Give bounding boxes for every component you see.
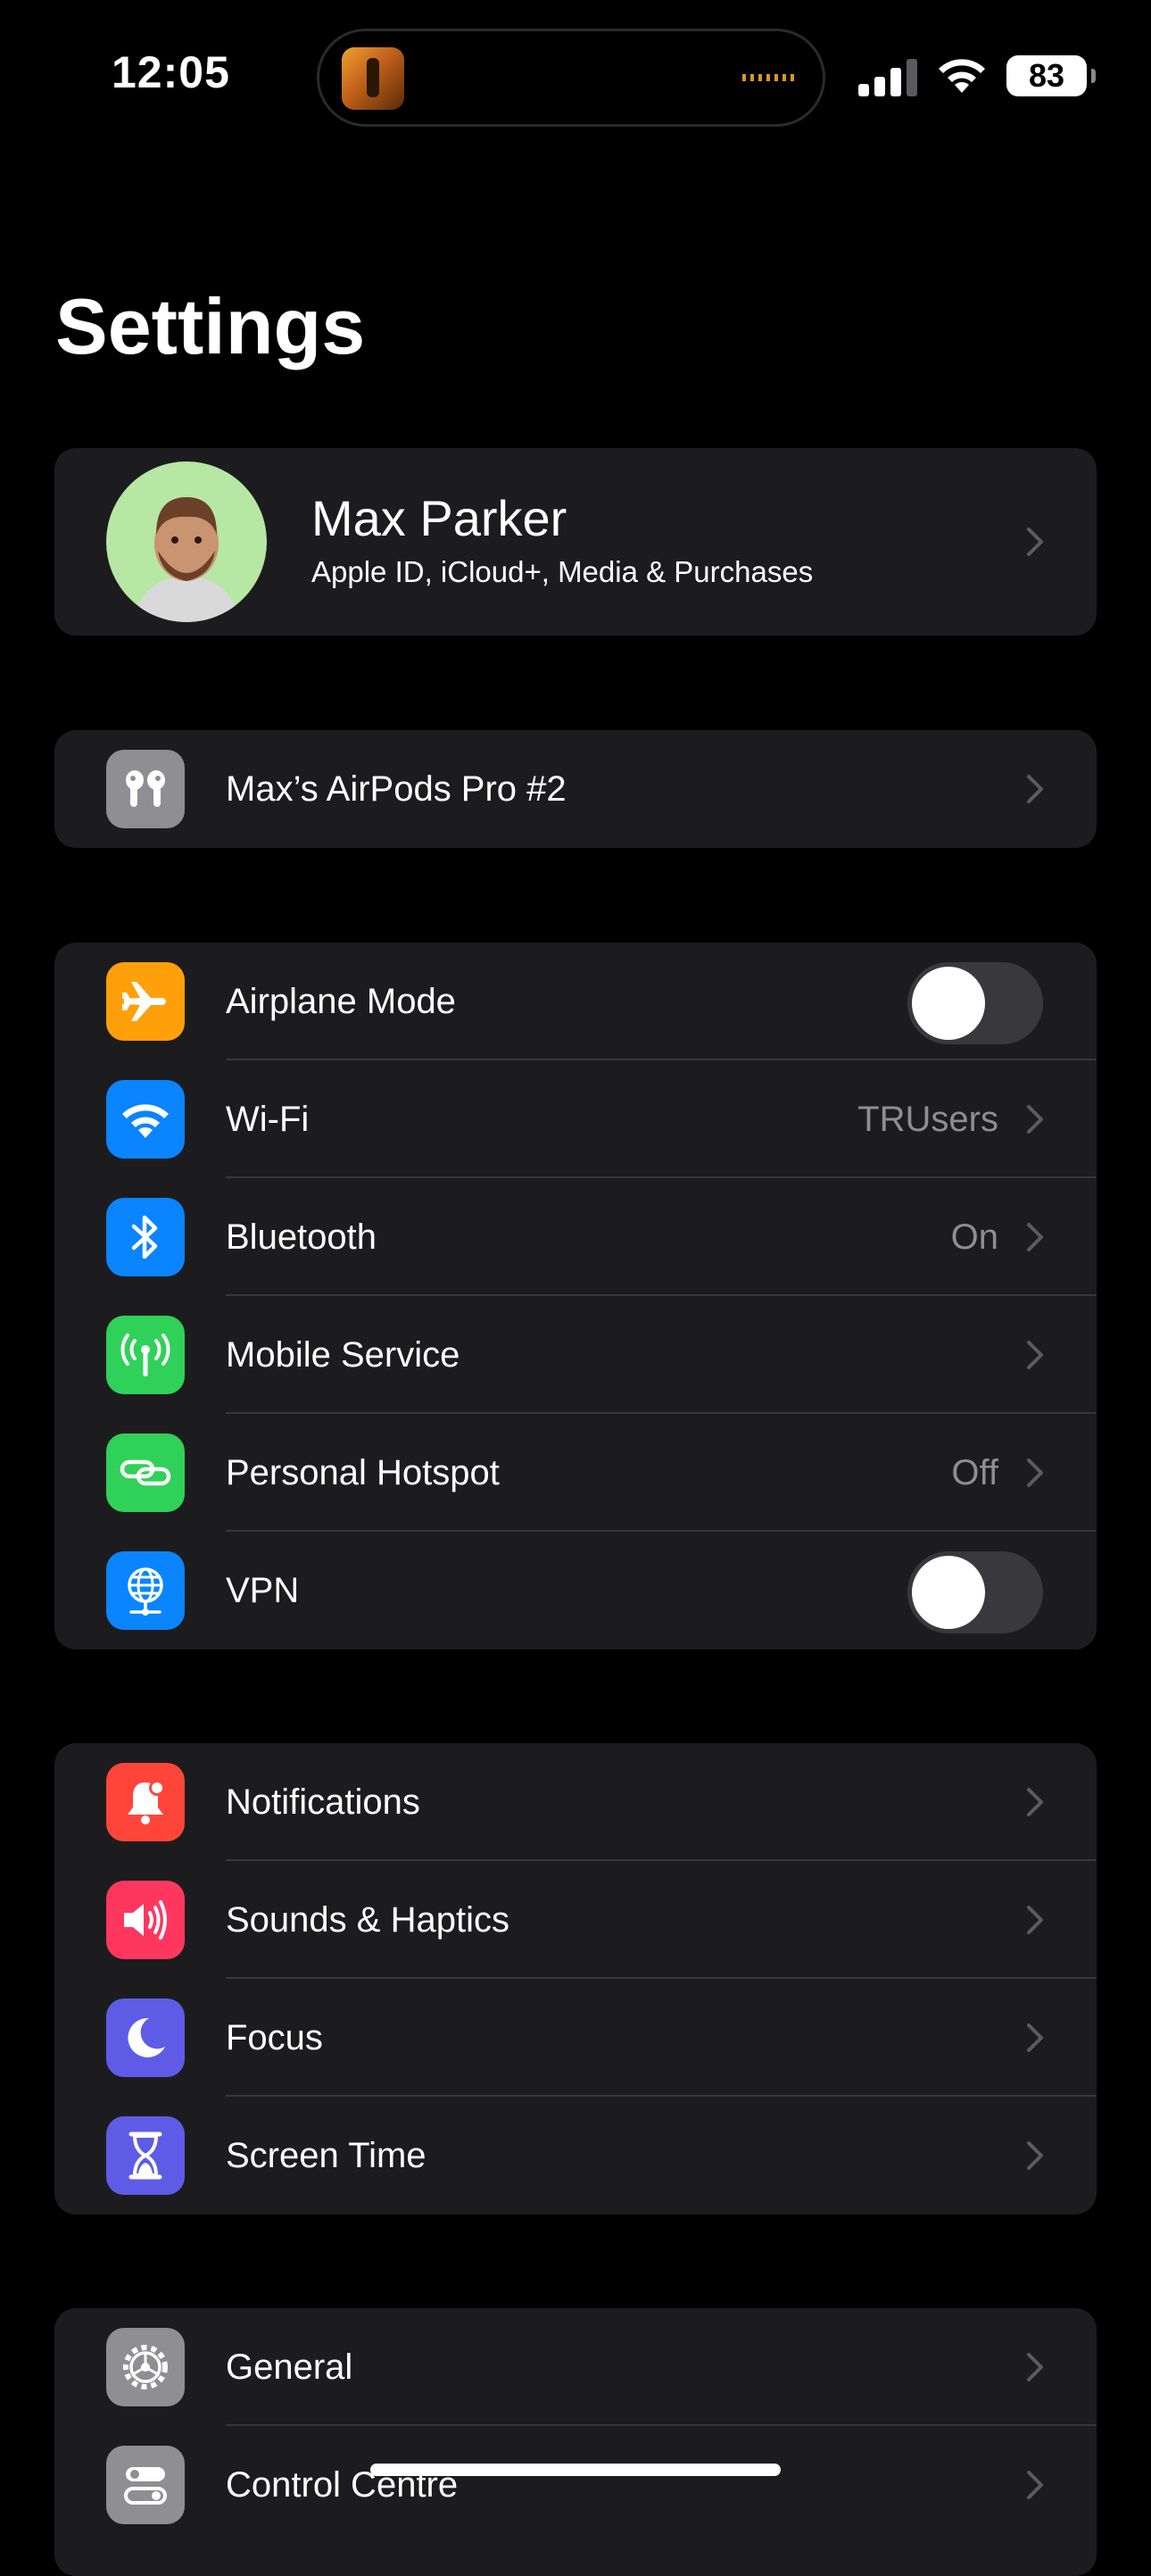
chevron-right-icon <box>1027 2141 1043 2170</box>
bluetooth-value: On <box>950 1217 998 1257</box>
page-title: Settings <box>55 282 366 370</box>
chevron-right-icon <box>1027 1223 1043 1251</box>
airplane-mode-toggle[interactable] <box>907 962 1043 1044</box>
control-centre-row[interactable]: Control Centre <box>54 2426 1097 2544</box>
chevron-right-icon <box>1027 1906 1043 1934</box>
antenna-icon <box>106 1316 185 1394</box>
chevron-right-icon <box>1027 2023 1043 2052</box>
wifi-label: Wi-Fi <box>226 1100 310 1139</box>
wifi-network-value: TRUsers <box>857 1100 998 1139</box>
chevron-right-icon <box>1027 775 1043 803</box>
globe-icon <box>106 1551 185 1630</box>
apple-id-card[interactable]: Max Parker Apple ID, iCloud+, Media & Pu… <box>54 448 1097 636</box>
notifications-label: Notifications <box>226 1782 420 1822</box>
vpn-row[interactable]: VPN <box>54 1532 1097 1649</box>
notifications-row[interactable]: Notifications <box>54 1743 1097 1861</box>
sounds-haptics-label: Sounds & Haptics <box>226 1900 509 1940</box>
toggle-knob <box>912 1556 985 1629</box>
speaker-icon <box>106 1881 185 1959</box>
personal-hotspot-value: Off <box>951 1453 998 1492</box>
status-time: 12:05 <box>112 47 230 97</box>
hotspot-icon <box>106 1433 185 1512</box>
personal-hotspot-row[interactable]: Personal Hotspot Off <box>54 1414 1097 1532</box>
control-centre-icon <box>106 2446 185 2524</box>
airpods-row[interactable]: Max’s AirPods Pro #2 <box>54 730 1097 848</box>
airpods-group: Max’s AirPods Pro #2 <box>54 730 1097 848</box>
airpods-icon <box>106 750 185 828</box>
now-playing-artwork[interactable] <box>342 47 404 110</box>
avatar <box>106 461 267 622</box>
alerts-group: Notifications Sounds & Haptics Focus Scr… <box>54 1743 1097 2215</box>
toggle-knob <box>912 967 985 1040</box>
mobile-service-label: Mobile Service <box>226 1335 460 1375</box>
screen-time-label: Screen Time <box>226 2136 426 2175</box>
home-indicator[interactable] <box>370 2464 781 2476</box>
general-label: General <box>226 2347 353 2387</box>
vpn-toggle[interactable] <box>907 1551 1043 1633</box>
bluetooth-icon <box>106 1198 185 1276</box>
profile-name: Max Parker <box>311 490 567 546</box>
chevron-right-icon <box>1027 1788 1043 1816</box>
airplane-mode-label: Airplane Mode <box>226 982 456 1021</box>
audio-waveform-icon <box>742 74 796 81</box>
general-group: General Control Centre <box>54 2308 1097 2576</box>
control-centre-label: Control Centre <box>226 2465 459 2505</box>
bluetooth-label: Bluetooth <box>226 1217 377 1257</box>
bell-icon <box>106 1763 185 1841</box>
profile-row[interactable]: Max Parker Apple ID, iCloud+, Media & Pu… <box>54 448 1097 636</box>
gear-icon <box>106 2328 185 2406</box>
cellular-signal-icon <box>858 57 917 96</box>
chevron-right-icon <box>1027 2471 1043 2499</box>
personal-hotspot-label: Personal Hotspot <box>226 1453 500 1492</box>
chevron-right-icon <box>1027 1341 1043 1369</box>
chevron-right-icon <box>1027 1105 1043 1134</box>
moon-icon <box>106 1998 185 2077</box>
dynamic-island[interactable] <box>317 29 825 127</box>
screen-time-row[interactable]: Screen Time <box>54 2097 1097 2215</box>
wifi-icon <box>106 1080 185 1159</box>
focus-row[interactable]: Focus <box>54 1979 1097 2097</box>
bluetooth-row[interactable]: Bluetooth On <box>54 1178 1097 1296</box>
airplane-icon <box>106 962 185 1041</box>
status-bar: 12:05 83 <box>0 0 1151 152</box>
connectivity-group: Airplane Mode Wi-Fi TRUsers Bluetooth On… <box>54 943 1097 1649</box>
wifi-status-icon <box>939 59 985 93</box>
airplane-mode-row[interactable]: Airplane Mode <box>54 943 1097 1060</box>
chevron-right-icon <box>1027 1458 1043 1487</box>
chevron-right-icon <box>1027 528 1043 556</box>
profile-subtitle: Apple ID, iCloud+, Media & Purchases <box>311 555 814 588</box>
battery-indicator: 83 <box>1006 55 1096 96</box>
hourglass-icon <box>106 2116 185 2195</box>
airpods-label: Max’s AirPods Pro #2 <box>226 769 567 809</box>
wifi-row[interactable]: Wi-Fi TRUsers <box>54 1060 1097 1178</box>
mobile-service-row[interactable]: Mobile Service <box>54 1296 1097 1414</box>
general-row[interactable]: General <box>54 2308 1097 2426</box>
focus-label: Focus <box>226 2018 323 2057</box>
vpn-label: VPN <box>226 1571 300 1610</box>
chevron-right-icon <box>1027 2353 1043 2381</box>
sounds-haptics-row[interactable]: Sounds & Haptics <box>54 1861 1097 1979</box>
